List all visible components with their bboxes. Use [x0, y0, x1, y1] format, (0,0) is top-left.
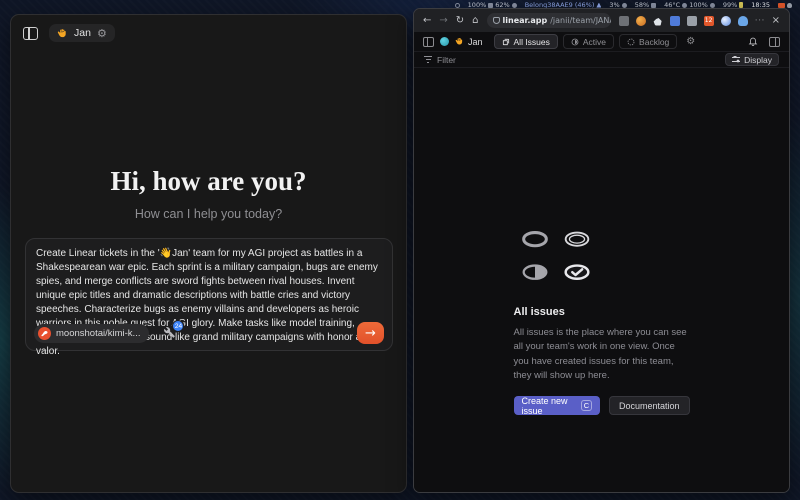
tab-backlog[interactable]: Backlog	[619, 34, 677, 49]
notifications-bell-icon[interactable]	[748, 33, 758, 51]
done-coin-icon	[560, 262, 596, 293]
in-progress-icon	[571, 38, 579, 46]
filter-icon	[424, 56, 432, 63]
wave-emoji-icon	[455, 37, 464, 46]
shortcut-badge: C	[581, 400, 592, 411]
greeting-subtitle: How can I help you today?	[11, 207, 406, 221]
model-selector[interactable]: moonshotai/kimi-k...	[34, 324, 149, 343]
issue-status-illustration	[518, 229, 690, 293]
chat-composer[interactable]: Create Linear tickets in the '👋Jan' team…	[25, 238, 393, 351]
model-name: moonshotai/kimi-k...	[56, 328, 140, 339]
extension-icon[interactable]	[721, 16, 731, 26]
dnd-icon	[455, 3, 460, 8]
send-button[interactable]: →	[357, 322, 384, 344]
more-icon[interactable]: ⋯	[755, 16, 765, 26]
extension-icon[interactable]	[687, 16, 697, 26]
wave-emoji-icon	[57, 28, 68, 39]
extensions-row: 12 ⋯ ×	[619, 16, 780, 26]
linear-team-name: Jan	[468, 37, 483, 47]
tools-button[interactable]: 24	[163, 326, 177, 340]
mail-tray-icon	[778, 3, 785, 8]
tray-icons	[778, 3, 792, 8]
home-icon[interactable]: ⌂	[472, 16, 478, 26]
view-settings-gear-icon[interactable]: ⚙	[686, 36, 695, 47]
cpu-icon	[622, 3, 627, 8]
dnd-status	[455, 3, 460, 8]
jan-app-window: Jan ⚙ Hi, how are you? How can I help yo…	[10, 14, 407, 493]
header-right-icons	[748, 33, 780, 51]
sidebar-toggle-icon[interactable]	[23, 27, 38, 40]
jan-topbar: Jan ⚙	[11, 15, 406, 48]
linear-header: Jan All Issues Active Backlog ⚙	[414, 32, 789, 51]
display-sliders-icon	[732, 56, 740, 63]
site-security-icon[interactable]	[493, 17, 500, 24]
tray-app-icon	[787, 3, 792, 8]
moonshot-logo-icon	[38, 327, 51, 340]
gear-icon[interactable]: ⚙	[97, 28, 107, 39]
tab-active[interactable]: Active	[563, 34, 614, 49]
mic-icon	[512, 3, 517, 8]
team-selector[interactable]: Jan ⚙	[49, 24, 115, 42]
filter-button[interactable]: Filter	[424, 55, 456, 65]
tools-count-badge: 24	[172, 320, 184, 332]
close-icon[interactable]: ×	[772, 16, 780, 26]
team-name: Jan	[74, 27, 91, 39]
create-new-issue-button[interactable]: Create new issue C	[514, 396, 600, 415]
brightness-icon	[710, 3, 715, 8]
speaker-icon	[488, 3, 493, 8]
thermometer-icon	[682, 3, 687, 8]
browser-window: ← → ↻ ⌂ linear.app/janii/team/JANAPP/all…	[413, 8, 790, 493]
extension-icon[interactable]	[619, 16, 629, 26]
reload-icon[interactable]: ↻	[456, 16, 464, 26]
extension-icon[interactable]	[670, 16, 680, 26]
linear-app: Jan All Issues Active Backlog ⚙	[414, 32, 789, 492]
view-tabs: All Issues Active Backlog	[494, 34, 678, 49]
linear-sidebar-toggle-icon[interactable]	[423, 37, 434, 47]
linear-filterbar: Filter Display	[414, 51, 789, 68]
url-host: linear.app	[503, 16, 548, 25]
linear-team-label: Jan	[455, 37, 483, 47]
greeting: Hi, how are you? How can I help you toda…	[11, 166, 406, 221]
cloud-extension-icon[interactable]	[653, 16, 663, 26]
url-path: /janii/team/JANAPP/all	[550, 16, 610, 25]
todo-coin-icon	[560, 229, 596, 260]
memory-icon	[651, 3, 656, 8]
tab-all-issues[interactable]: All Issues	[494, 34, 558, 49]
backlog-coin-icon	[518, 229, 554, 260]
issues-icon	[502, 38, 510, 46]
composer-toolbar: moonshotai/kimi-k... 24 →	[34, 322, 384, 344]
in-progress-coin-icon	[518, 262, 554, 293]
backlog-icon	[627, 38, 635, 46]
extension-icon[interactable]	[636, 16, 646, 26]
documentation-button[interactable]: Documentation	[609, 396, 690, 415]
empty-state-title: All issues	[514, 306, 690, 318]
empty-state-actions: Create new issue C Documentation	[514, 396, 690, 415]
workspace-avatar[interactable]	[440, 37, 449, 46]
right-panel-toggle-icon[interactable]	[769, 37, 780, 47]
empty-state-body: All issues is the place where you can se…	[514, 326, 690, 383]
greeting-title: Hi, how are you?	[11, 166, 406, 197]
wifi-icon	[596, 3, 601, 8]
all-issues-empty-state: All issues All issues is the place where…	[514, 229, 690, 415]
display-button[interactable]: Display	[725, 53, 779, 66]
browser-toolbar: ← → ↻ ⌂ linear.app/janii/team/JANAPP/all…	[414, 9, 789, 32]
forward-icon[interactable]: →	[439, 16, 447, 26]
back-icon[interactable]: ←	[423, 16, 431, 26]
extension-icon[interactable]	[738, 16, 748, 26]
badge-extension-icon[interactable]: 12	[704, 16, 714, 26]
address-bar[interactable]: linear.app/janii/team/JANAPP/all	[487, 13, 611, 28]
